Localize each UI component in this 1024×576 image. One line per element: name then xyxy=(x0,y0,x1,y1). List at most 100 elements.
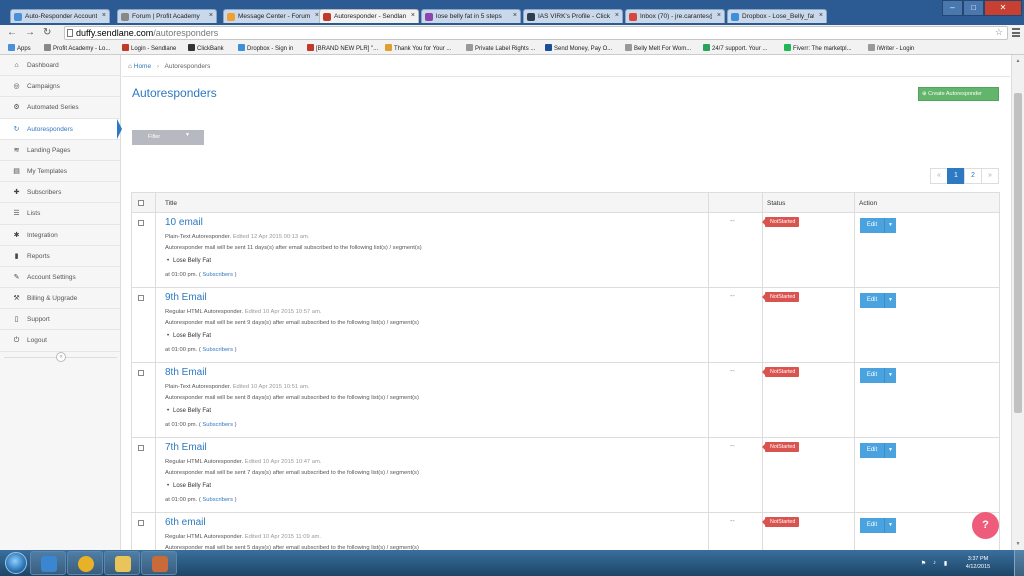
sidebar-item[interactable]: ⏻ Logout xyxy=(0,330,120,352)
sidebar-item[interactable]: ✚ Subscribers xyxy=(0,182,120,204)
row-checkbox[interactable] xyxy=(138,370,144,376)
show-desktop-button[interactable] xyxy=(1014,550,1024,576)
sidebar-item[interactable]: ⌂ Dashboard xyxy=(0,55,120,77)
bookmark-item[interactable]: Send Money, Pay O... xyxy=(545,44,612,52)
subscribers-link[interactable]: Subscribers xyxy=(202,347,233,353)
ie-taskbar-button[interactable] xyxy=(30,551,66,575)
sidebar-item[interactable]: ☰ Lists xyxy=(0,203,120,225)
autoresponder-title-link[interactable]: 10 email xyxy=(165,217,203,228)
bookmark-item[interactable]: Profit Academy - Lo... xyxy=(44,44,110,52)
sidebar-item[interactable]: ▯ Support xyxy=(0,309,120,331)
home-icon[interactable]: ⌂ xyxy=(128,63,132,70)
browser-tab[interactable]: Inbox (70) - jre.carantes@ × xyxy=(625,9,725,23)
pagination-page[interactable]: 1 xyxy=(947,168,965,184)
subscribers-link[interactable]: Subscribers xyxy=(202,497,233,503)
select-all-checkbox[interactable] xyxy=(138,200,144,206)
pagination-page[interactable]: 2 xyxy=(964,168,982,184)
flag-icon[interactable]: ⚑ xyxy=(920,560,927,567)
filter-button[interactable]: Filter ▼ xyxy=(132,130,204,145)
start-button[interactable] xyxy=(5,552,27,574)
sidebar-item[interactable]: ⚙ Automated Series xyxy=(0,97,120,119)
bookmark-item[interactable]: Belly Melt For Wom... xyxy=(625,44,691,52)
edit-dropdown-icon[interactable]: ▼ xyxy=(885,218,896,233)
scroll-down-icon[interactable]: ▼ xyxy=(1012,538,1024,550)
url-field[interactable]: duffy.sendlane.com/autoresponders ☆ xyxy=(64,26,1008,40)
collapse-icon[interactable]: « xyxy=(56,352,66,362)
explorer-taskbar-button[interactable] xyxy=(104,551,140,575)
browser-tab[interactable]: Autoresponder - Sendlane × xyxy=(319,9,419,23)
bookmark-item[interactable]: Fiverr: The marketpl... xyxy=(784,44,852,52)
bookmark-item[interactable]: Dropbox - Sign in xyxy=(238,44,293,52)
bookmark-item[interactable]: Login - Sendlane xyxy=(122,44,176,52)
close-tab-icon[interactable]: × xyxy=(717,12,721,19)
chrome-taskbar-button[interactable] xyxy=(67,551,103,575)
close-tab-icon[interactable]: × xyxy=(209,12,213,19)
close-tab-icon[interactable]: × xyxy=(102,12,106,19)
minimize-button[interactable]: – xyxy=(942,0,963,16)
edit-dropdown-icon[interactable]: ▼ xyxy=(885,518,896,533)
breadcrumb-home[interactable]: Home xyxy=(134,63,151,70)
browser-tab[interactable]: Auto-Responder Account × xyxy=(10,9,110,23)
create-autoresponder-button[interactable]: ⊕ Create Autoresponder xyxy=(918,87,999,101)
edit-button[interactable]: Edit xyxy=(860,443,885,458)
edit-dropdown-icon[interactable]: ▼ xyxy=(885,368,896,383)
sidebar-collapse[interactable]: « xyxy=(0,352,121,362)
row-checkbox[interactable] xyxy=(138,295,144,301)
sidebar-item[interactable]: ◎ Campaigns xyxy=(0,76,120,98)
row-checkbox[interactable] xyxy=(138,520,144,526)
close-tab-icon[interactable]: × xyxy=(615,12,619,19)
edit-dropdown-icon[interactable]: ▼ xyxy=(885,293,896,308)
browser-tab[interactable]: Forum | Profit Academy × xyxy=(117,9,217,23)
edit-button[interactable]: Edit xyxy=(860,293,885,308)
sidebar-item[interactable]: ≋ Landing Pages xyxy=(0,140,120,161)
forward-icon[interactable]: → xyxy=(25,27,35,38)
sidebar-item[interactable]: ↻ Autoresponders xyxy=(0,118,120,140)
sidebar-item[interactable]: ▤ My Templates xyxy=(0,161,120,183)
maximize-button[interactable]: □ xyxy=(963,0,984,16)
network-icon[interactable]: ▮ xyxy=(942,560,949,567)
clock[interactable]: 3:37 PM 4/12/2015 xyxy=(958,555,998,571)
sidebar-item[interactable]: ▮ Reports xyxy=(0,246,120,267)
close-tab-icon[interactable]: × xyxy=(513,12,517,19)
subscribers-link[interactable]: Subscribers xyxy=(202,272,233,278)
autoresponder-title-link[interactable]: 7th Email xyxy=(165,442,207,453)
close-window-button[interactable]: ✕ xyxy=(984,0,1022,16)
subscribers-link[interactable]: Subscribers xyxy=(202,422,233,428)
edit-button[interactable]: Edit xyxy=(860,518,885,533)
browser-tab[interactable]: lose belly fat in 5 steps × xyxy=(421,9,521,23)
autoresponder-title-link[interactable]: 6th email xyxy=(165,517,206,528)
edit-button[interactable]: Edit xyxy=(860,218,885,233)
pagination-next[interactable]: » xyxy=(981,168,999,184)
close-tab-icon[interactable]: × xyxy=(819,12,823,19)
bookmark-item[interactable]: ClickBank xyxy=(188,44,224,52)
scroll-up-icon[interactable]: ▲ xyxy=(1012,55,1024,67)
bookmark-star-icon[interactable]: ☆ xyxy=(995,27,1003,38)
autoresponder-title-link[interactable]: 8th Email xyxy=(165,367,207,378)
scroll-thumb[interactable] xyxy=(1014,93,1022,413)
speaker-icon[interactable]: ♪ xyxy=(931,560,938,567)
edit-button[interactable]: Edit xyxy=(860,368,885,383)
browser-tab[interactable]: Message Center - Forums × xyxy=(223,9,323,23)
pagination-prev[interactable]: « xyxy=(930,168,948,184)
bookmark-item[interactable]: iWriter - Login xyxy=(868,44,914,52)
bookmark-item[interactable]: Apps xyxy=(8,44,31,52)
close-tab-icon[interactable]: × xyxy=(411,12,415,19)
sidebar-item[interactable]: ⚒ Billing & Upgrade xyxy=(0,288,120,310)
browser-tab[interactable]: IAS VIRK's Profile - Clickb × xyxy=(523,9,623,23)
paint-taskbar-button[interactable] xyxy=(141,551,177,575)
back-icon[interactable]: ← xyxy=(7,27,17,38)
bookmark-item[interactable]: Thank You for Your ... xyxy=(385,44,451,52)
autoresponder-title-link[interactable]: 9th Email xyxy=(165,292,207,303)
row-checkbox[interactable] xyxy=(138,220,144,226)
sidebar-item[interactable]: ✱ Integration xyxy=(0,225,120,246)
bookmark-item[interactable]: [BRAND NEW PLR] "... xyxy=(307,44,378,52)
bookmark-item[interactable]: 24/7 support. Your ... xyxy=(703,44,767,52)
row-checkbox[interactable] xyxy=(138,445,144,451)
edit-dropdown-icon[interactable]: ▼ xyxy=(885,443,896,458)
browser-menu-icon[interactable] xyxy=(1012,28,1020,37)
browser-tab[interactable]: Dropbox - Lose_Belly_fat × xyxy=(727,9,827,23)
bookmark-item[interactable]: Private Label Rights ... xyxy=(466,44,535,52)
help-chat-button[interactable]: ? xyxy=(972,512,999,539)
reload-icon[interactable]: ↻ xyxy=(43,27,51,38)
sidebar-item[interactable]: ✎ Account Settings xyxy=(0,267,120,289)
